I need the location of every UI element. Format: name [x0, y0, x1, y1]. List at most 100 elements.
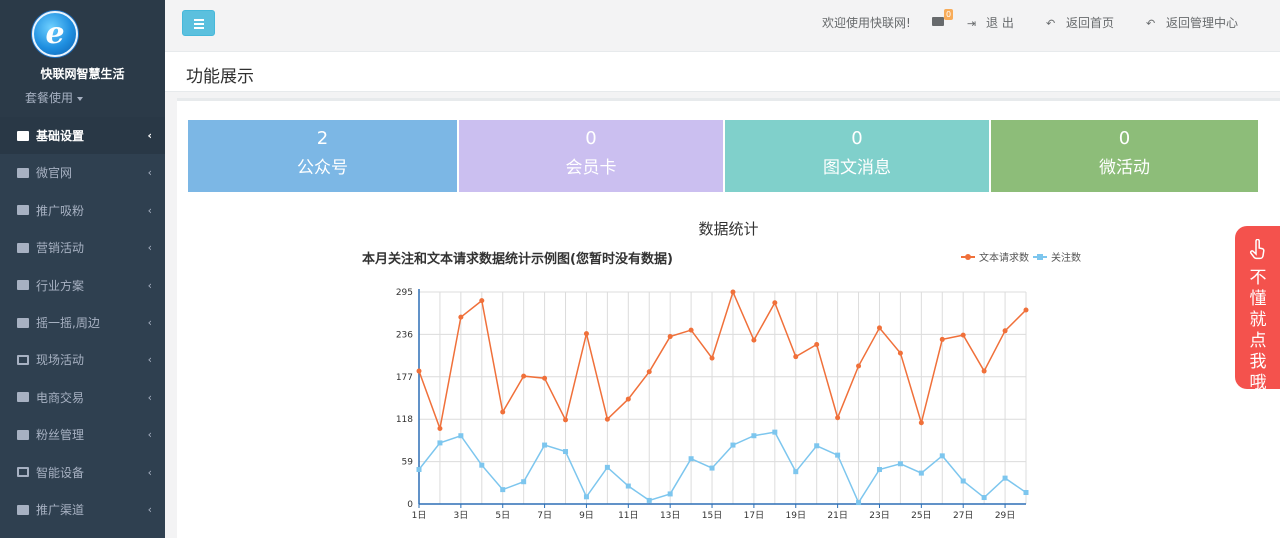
x-tick-label: 5日 — [495, 510, 510, 521]
data-point — [688, 456, 694, 462]
sidebar-item[interactable]: 营销活动 ‹ — [0, 229, 165, 266]
sidebar-item[interactable]: 智能设备 ‹ — [0, 454, 165, 491]
data-point — [458, 314, 464, 320]
logout-link[interactable]: 退 出 — [986, 14, 1014, 31]
y-tick-label: 118 — [396, 415, 413, 425]
data-point — [458, 433, 464, 439]
menu-toggle-button[interactable] — [182, 10, 215, 36]
x-tick-label: 7日 — [537, 510, 552, 521]
data-point — [563, 449, 569, 455]
data-point — [981, 495, 987, 501]
chevron-left-icon: ‹ — [147, 129, 152, 142]
data-point — [416, 368, 422, 374]
sidebar-item-label: 行业方案 — [36, 278, 85, 293]
data-point — [814, 443, 820, 449]
data-point — [688, 327, 694, 333]
welcome-text: 欢迎使用快联网! — [822, 16, 911, 30]
sidebar-item[interactable]: 推广渠道 ‹ — [0, 491, 165, 528]
tag-icon — [17, 242, 29, 253]
data-point — [793, 354, 799, 360]
brand-name: 快联网智慧生活 — [40, 67, 125, 81]
logout-icon: ⇥ — [967, 17, 977, 30]
x-tick-label: 13日 — [660, 510, 680, 521]
chevron-left-icon: ‹ — [147, 278, 152, 292]
data-point — [479, 462, 485, 468]
sidebar-item[interactable]: 现场活动 ‹ — [0, 341, 165, 378]
sidebar-item-label: 微官网 — [36, 166, 73, 181]
data-point — [709, 355, 715, 361]
sidebar-item[interactable]: 行业方案 ‹ — [0, 267, 165, 304]
brand-logo: e — [32, 11, 78, 57]
sitemap-icon — [17, 205, 29, 216]
chevron-left-icon: ‹ — [147, 390, 152, 404]
pointer-hand-icon — [1249, 239, 1265, 260]
video-icon — [17, 280, 29, 291]
x-tick-label: 25日 — [911, 510, 931, 521]
sidebar-item-label: 推广吸粉 — [36, 203, 85, 218]
admin-center-link[interactable]: 返回管理中心 — [1166, 14, 1238, 31]
card-icon — [17, 130, 29, 141]
help-text: 不懂就点我哦 — [1249, 268, 1267, 393]
data-point — [604, 464, 610, 470]
x-tick-label: 17日 — [744, 510, 764, 521]
data-point — [772, 429, 778, 435]
data-point — [583, 331, 589, 337]
sidebar-item[interactable]: 基础设置 ‹ — [0, 117, 165, 154]
x-tick-label: 9日 — [579, 510, 594, 521]
data-point — [542, 442, 548, 448]
x-tick-label: 27日 — [953, 510, 973, 521]
data-point — [856, 500, 862, 506]
data-point — [876, 325, 882, 331]
device-icon — [17, 467, 29, 478]
home-link[interactable]: 返回首页 — [1066, 14, 1114, 31]
sidebar-item-label: 现场活动 — [36, 353, 85, 368]
data-point — [814, 341, 820, 347]
sidebar-item-label: 摇一摇,周边 — [36, 316, 100, 330]
data-point — [730, 442, 736, 448]
sidebar-item-label: 电商交易 — [36, 390, 85, 405]
data-point — [667, 334, 673, 340]
sidebar-item[interactable]: 微官网 ‹ — [0, 154, 165, 191]
sidebar-item-label: 营销活动 — [36, 241, 85, 256]
data-point — [960, 332, 966, 338]
chevron-left-icon: ‹ — [147, 503, 152, 516]
x-tick-label: 29日 — [995, 510, 1015, 521]
data-point — [479, 298, 485, 304]
hamburger-icon — [194, 19, 204, 21]
chevron-left-icon: ‹ — [147, 316, 152, 329]
data-point — [437, 426, 443, 432]
page-title: 功能展示 — [186, 67, 254, 87]
bullhorn-icon — [17, 504, 29, 515]
sidebar-item[interactable]: 电商交易 ‹ — [0, 379, 165, 416]
data-point — [730, 289, 736, 295]
bank-icon — [17, 167, 29, 178]
data-point — [500, 487, 506, 493]
wechat-icon — [17, 317, 29, 328]
sidebar-item-label: 基础设置 — [36, 129, 85, 143]
x-tick-label: 15日 — [702, 510, 722, 521]
sidebar-item-label: 推广渠道 — [36, 503, 85, 517]
mail-icon[interactable] — [932, 17, 944, 26]
sidebar-item[interactable]: 推广吸粉 ‹ — [0, 192, 165, 229]
data-point — [939, 453, 945, 459]
x-tick-label: 3日 — [453, 510, 468, 521]
chevron-left-icon: ‹ — [147, 203, 152, 217]
sidebar-item[interactable]: 摇一摇,周边 ‹ — [0, 304, 165, 341]
sidebar-item[interactable]: 粉丝管理 ‹ — [0, 416, 165, 453]
help-tab[interactable]: 不懂就点我哦 — [1235, 226, 1280, 393]
y-tick-label: 177 — [396, 373, 413, 383]
y-tick-label: 295 — [396, 288, 413, 298]
data-point — [856, 363, 862, 369]
x-tick-label: 23日 — [869, 510, 889, 521]
data-point — [667, 491, 673, 497]
rss-icon — [17, 354, 29, 365]
profile-area: e 快联网智慧生活 套餐使用 — [0, 0, 165, 117]
users-icon — [17, 429, 29, 440]
data-point — [583, 494, 589, 500]
data-point — [939, 336, 945, 342]
data-point — [521, 479, 527, 485]
x-tick-label: 21日 — [827, 510, 847, 521]
data-point — [981, 368, 987, 374]
plan-dropdown[interactable]: 套餐使用 — [25, 89, 84, 106]
data-point — [918, 470, 924, 476]
